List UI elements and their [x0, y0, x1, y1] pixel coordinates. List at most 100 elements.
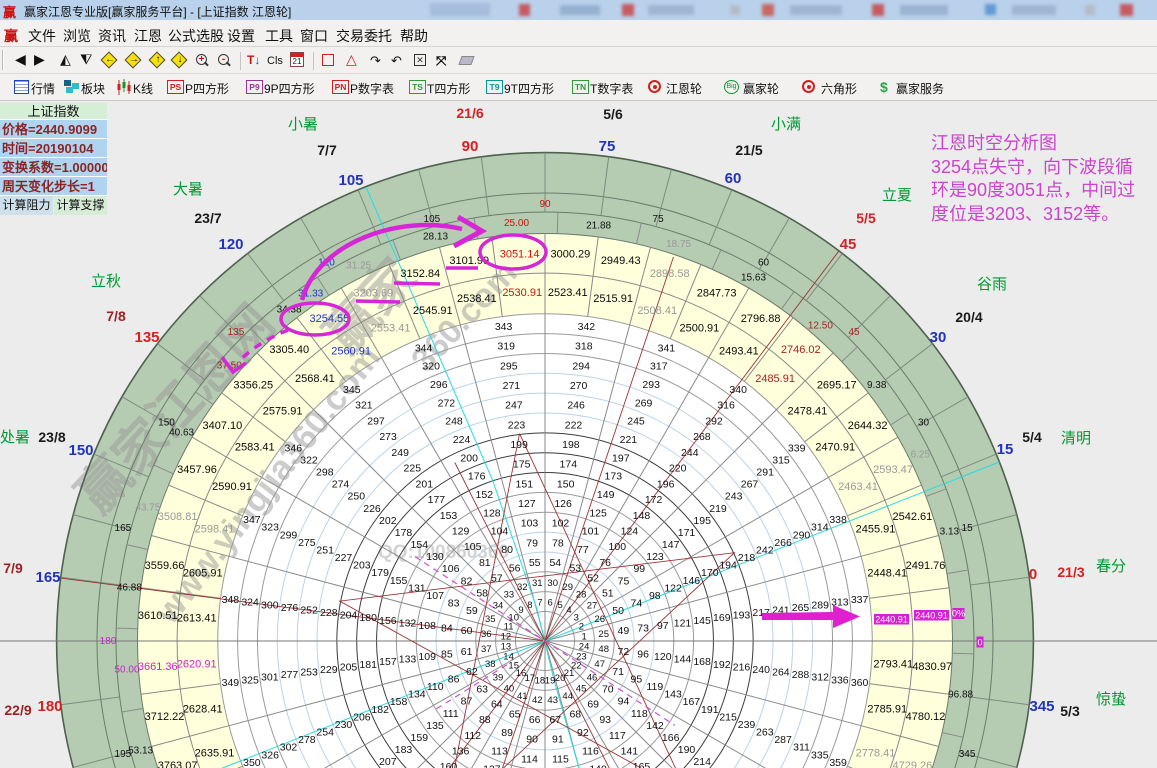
svg-text:201: 201: [416, 478, 434, 490]
svg-text:98: 98: [649, 590, 661, 602]
svg-text:225: 225: [404, 463, 422, 475]
svg-text:298: 298: [316, 467, 334, 479]
svg-text:15: 15: [997, 441, 1014, 458]
svg-text:228: 228: [320, 607, 338, 619]
svg-text:320: 320: [422, 361, 440, 373]
svg-text:108: 108: [418, 620, 436, 632]
svg-text:3763.07: 3763.07: [158, 760, 198, 768]
svg-text:8: 8: [527, 600, 532, 611]
svg-text:123: 123: [646, 551, 664, 563]
svg-text:113: 113: [491, 745, 508, 757]
svg-text:34: 34: [493, 600, 504, 611]
svg-text:181: 181: [359, 659, 377, 671]
svg-text:46.88: 46.88: [117, 582, 142, 593]
svg-text:345: 345: [959, 749, 976, 760]
svg-text:2508.41: 2508.41: [637, 305, 677, 317]
svg-text:4729.26: 4729.26: [893, 760, 933, 768]
svg-text:197: 197: [612, 452, 630, 464]
svg-text:43: 43: [547, 695, 558, 706]
svg-text:246: 246: [567, 400, 585, 412]
svg-text:264: 264: [772, 667, 790, 679]
svg-text:243: 243: [725, 491, 743, 503]
svg-text:清明: 清明: [1061, 430, 1091, 447]
svg-text:79: 79: [526, 537, 538, 549]
svg-text:谷雨: 谷雨: [977, 276, 1007, 293]
svg-text:3203.69: 3203.69: [354, 288, 394, 300]
svg-text:117: 117: [609, 730, 626, 742]
svg-text:122: 122: [664, 582, 682, 594]
svg-text:350: 350: [243, 757, 261, 768]
svg-text:311: 311: [793, 742, 810, 754]
svg-text:30: 30: [930, 329, 947, 346]
svg-text:31.25: 31.25: [346, 261, 371, 272]
svg-text:226: 226: [363, 503, 381, 515]
svg-text:177: 177: [428, 494, 446, 506]
svg-text:151: 151: [516, 478, 534, 490]
svg-text:242: 242: [756, 545, 774, 557]
svg-text:287: 287: [774, 734, 792, 746]
svg-text:2530.91: 2530.91: [502, 287, 542, 299]
svg-text:293: 293: [642, 379, 660, 391]
svg-text:253: 253: [300, 667, 318, 679]
svg-text:46: 46: [587, 673, 598, 684]
svg-text:6.25: 6.25: [911, 450, 931, 461]
svg-text:21/5: 21/5: [735, 142, 762, 158]
svg-text:94: 94: [618, 696, 630, 708]
svg-text:342: 342: [578, 321, 596, 333]
svg-text:216: 216: [733, 661, 751, 673]
svg-text:299: 299: [280, 529, 298, 541]
svg-text:3.13: 3.13: [940, 527, 960, 538]
svg-text:176: 176: [468, 471, 486, 483]
svg-text:12.50: 12.50: [808, 320, 833, 331]
svg-text:71: 71: [612, 666, 624, 678]
svg-text:302: 302: [280, 742, 298, 754]
svg-text:263: 263: [756, 727, 774, 739]
svg-text:277: 277: [281, 669, 299, 681]
svg-text:297: 297: [367, 415, 385, 427]
svg-text:337: 337: [851, 594, 869, 606]
svg-text:3508.81: 3508.81: [158, 511, 198, 523]
svg-text:145: 145: [693, 615, 711, 627]
svg-text:265: 265: [792, 602, 810, 614]
svg-text:9.38: 9.38: [867, 380, 887, 391]
svg-text:2485.91: 2485.91: [755, 373, 795, 385]
svg-text:66: 66: [529, 714, 541, 726]
svg-text:3305.40: 3305.40: [269, 344, 309, 356]
svg-text:2593.47: 2593.47: [873, 464, 913, 476]
svg-text:205: 205: [340, 661, 358, 673]
svg-text:155: 155: [390, 575, 408, 587]
svg-text:2: 2: [579, 621, 584, 632]
svg-text:87: 87: [461, 696, 473, 708]
svg-text:23/8: 23/8: [38, 429, 65, 445]
svg-text:2605.91: 2605.91: [183, 567, 223, 579]
svg-text:191: 191: [701, 704, 719, 716]
svg-text:252: 252: [300, 604, 318, 616]
svg-text:218: 218: [738, 552, 756, 564]
svg-text:271: 271: [503, 380, 521, 392]
svg-text:147: 147: [662, 539, 680, 551]
svg-text:2448.41: 2448.41: [867, 567, 907, 579]
svg-text:142: 142: [646, 720, 664, 732]
svg-text:133: 133: [399, 654, 417, 666]
svg-text:49: 49: [618, 625, 630, 637]
svg-text:3610.51: 3610.51: [138, 610, 178, 622]
svg-text:32: 32: [517, 582, 528, 593]
svg-text:153: 153: [440, 510, 458, 522]
svg-text:91: 91: [552, 734, 564, 746]
svg-text:221: 221: [620, 434, 638, 446]
svg-text:128: 128: [483, 507, 501, 519]
svg-text:172: 172: [645, 494, 663, 506]
svg-text:64: 64: [491, 698, 503, 710]
svg-text:170: 170: [701, 567, 719, 579]
svg-text:37: 37: [481, 644, 492, 655]
svg-text:2545.91: 2545.91: [413, 305, 453, 317]
svg-text:28: 28: [576, 590, 587, 601]
svg-text:199: 199: [510, 439, 528, 451]
svg-text:175: 175: [513, 459, 531, 471]
svg-text:2620.91: 2620.91: [177, 658, 217, 670]
svg-text:89: 89: [501, 727, 513, 739]
svg-text:76: 76: [599, 557, 611, 569]
svg-text:322: 322: [300, 454, 318, 466]
svg-text:60: 60: [758, 258, 770, 269]
svg-text:105: 105: [338, 172, 363, 189]
